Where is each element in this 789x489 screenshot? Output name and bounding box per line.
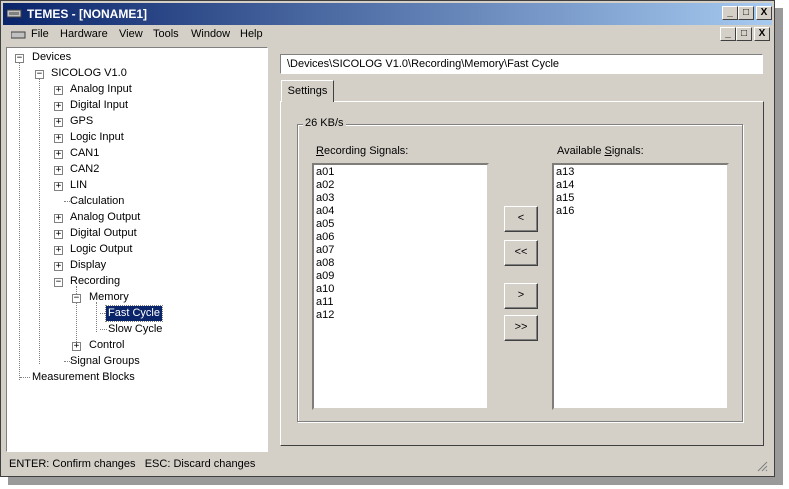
path-field: \Devices\SICOLOG V1.0\Recording\Memory\F…: [280, 54, 763, 74]
list-item[interactable]: a13: [556, 166, 725, 179]
resize-grip-icon[interactable]: [756, 460, 768, 472]
tree-item-logic-output[interactable]: Logic Output: [70, 242, 132, 257]
mdi-close-button[interactable]: X: [754, 27, 770, 41]
maximize-button[interactable]: □: [738, 6, 754, 20]
expand-icon[interactable]: +: [54, 246, 63, 255]
expand-icon[interactable]: +: [54, 262, 63, 271]
available-signals-list[interactable]: a13 a14 a15 a16: [552, 163, 729, 410]
expand-icon[interactable]: +: [54, 102, 63, 111]
tree-item-analog-output[interactable]: Analog Output: [70, 210, 140, 225]
tree-item-can1[interactable]: CAN1: [70, 146, 99, 161]
app-window: TEMES - [NONAME1] _ □ X File Hardware Vi…: [0, 0, 775, 477]
collapse-icon[interactable]: −: [15, 54, 24, 63]
list-item[interactable]: a14: [556, 179, 725, 192]
list-item[interactable]: a03: [316, 192, 485, 205]
mdi-restore-button[interactable]: □: [736, 27, 752, 41]
tree-item-display[interactable]: Display: [70, 258, 106, 273]
minimize-button[interactable]: _: [722, 6, 738, 20]
tree-item-recording[interactable]: Recording: [70, 274, 120, 289]
tree-item-can2[interactable]: CAN2: [70, 162, 99, 177]
list-item[interactable]: a12: [316, 309, 485, 322]
menu-file[interactable]: File: [31, 28, 49, 40]
group-label: 26 KB/s: [303, 117, 346, 129]
tree-line: [100, 329, 107, 330]
available-signals-label-text: Available: [557, 145, 605, 157]
expand-icon[interactable]: +: [54, 230, 63, 239]
expand-icon[interactable]: +: [54, 166, 63, 175]
tree-line: [39, 78, 40, 364]
move-right-button[interactable]: >: [504, 283, 538, 309]
list-item[interactable]: a16: [556, 205, 725, 218]
tree-line: [96, 302, 97, 332]
expand-icon[interactable]: +: [54, 118, 63, 127]
device-tree[interactable]: − Devices − SICOLOG V1.0 + Analog Input …: [6, 47, 268, 452]
tree-item-memory[interactable]: Memory: [89, 290, 129, 305]
status-bar: ENTER: Confirm changes ESC: Discard chan…: [3, 455, 772, 474]
menu-help[interactable]: Help: [240, 28, 263, 40]
tree-item-measurement-blocks[interactable]: Measurement Blocks: [32, 370, 135, 385]
tree-item-calculation[interactable]: Calculation: [70, 194, 124, 209]
collapse-icon[interactable]: −: [72, 294, 81, 303]
document-icon[interactable]: [11, 30, 27, 40]
list-item[interactable]: a15: [556, 192, 725, 205]
tree-item-analog-input[interactable]: Analog Input: [70, 82, 132, 97]
menu-window[interactable]: Window: [191, 28, 230, 40]
tab-settings[interactable]: Settings: [281, 80, 334, 102]
app-icon: [7, 9, 22, 18]
tree-item-control[interactable]: Control: [89, 338, 124, 353]
expand-icon[interactable]: +: [54, 214, 63, 223]
tree-line: [19, 62, 20, 380]
title-bar[interactable]: TEMES - [NONAME1] _ □ X: [3, 3, 772, 25]
expand-icon[interactable]: +: [54, 134, 63, 143]
tree-item-slow-cycle[interactable]: Slow Cycle: [108, 322, 162, 337]
available-signals-label-accel: S: [604, 145, 612, 157]
recording-signals-label-accel: R: [316, 145, 324, 157]
panel-splitter[interactable]: [268, 47, 273, 452]
close-button[interactable]: X: [756, 6, 772, 20]
tree-item-lin[interactable]: LIN: [70, 178, 87, 193]
tree-item-logic-input[interactable]: Logic Input: [70, 130, 124, 145]
expand-icon[interactable]: +: [54, 182, 63, 191]
list-item[interactable]: a01: [316, 166, 485, 179]
expand-icon[interactable]: +: [72, 342, 81, 351]
menu-hardware[interactable]: Hardware: [60, 28, 108, 40]
expand-icon[interactable]: +: [54, 86, 63, 95]
tree-item-sicolog[interactable]: SICOLOG V1.0: [51, 66, 127, 81]
list-item[interactable]: a08: [316, 257, 485, 270]
list-item[interactable]: a10: [316, 283, 485, 296]
recording-signals-label-text: ecording Signals:: [323, 145, 409, 157]
available-signals-label-rest: ignals:: [611, 145, 644, 157]
list-item[interactable]: a06: [316, 231, 485, 244]
window-title: TEMES - [NONAME1]: [27, 7, 147, 21]
mdi-minimize-button[interactable]: _: [720, 27, 736, 41]
tree-item-fast-cycle[interactable]: Fast Cycle: [105, 305, 163, 322]
collapse-icon[interactable]: −: [35, 70, 44, 79]
move-all-left-button[interactable]: <<: [504, 240, 538, 266]
list-item[interactable]: a11: [316, 296, 485, 309]
status-text: ENTER: Confirm changes ESC: Discard chan…: [9, 458, 256, 470]
list-item[interactable]: a05: [316, 218, 485, 231]
expand-icon[interactable]: +: [54, 150, 63, 159]
menu-tools[interactable]: Tools: [153, 28, 179, 40]
move-all-right-button[interactable]: >>: [504, 315, 538, 341]
recording-signals-list[interactable]: a01 a02 a03 a04 a05 a06 a07 a08 a09 a10 …: [312, 163, 489, 410]
available-signals-label: Available Signals:: [557, 145, 644, 157]
tree-item-digital-input[interactable]: Digital Input: [70, 98, 128, 113]
list-item[interactable]: a07: [316, 244, 485, 257]
move-left-button[interactable]: <: [504, 206, 538, 232]
tree-item-digital-output[interactable]: Digital Output: [70, 226, 137, 241]
tree-item-gps[interactable]: GPS: [70, 114, 93, 129]
tree-line: [20, 377, 30, 378]
list-item[interactable]: a09: [316, 270, 485, 283]
list-item[interactable]: a02: [316, 179, 485, 192]
recording-signals-label: Recording Signals:: [316, 145, 408, 157]
collapse-icon[interactable]: −: [54, 278, 63, 287]
tree-item-signal-groups[interactable]: Signal Groups: [70, 354, 140, 369]
tree-item-devices[interactable]: Devices: [32, 50, 71, 65]
menu-view[interactable]: View: [119, 28, 143, 40]
menu-bar: File Hardware View Tools Window Help: [3, 26, 772, 44]
list-item[interactable]: a04: [316, 205, 485, 218]
